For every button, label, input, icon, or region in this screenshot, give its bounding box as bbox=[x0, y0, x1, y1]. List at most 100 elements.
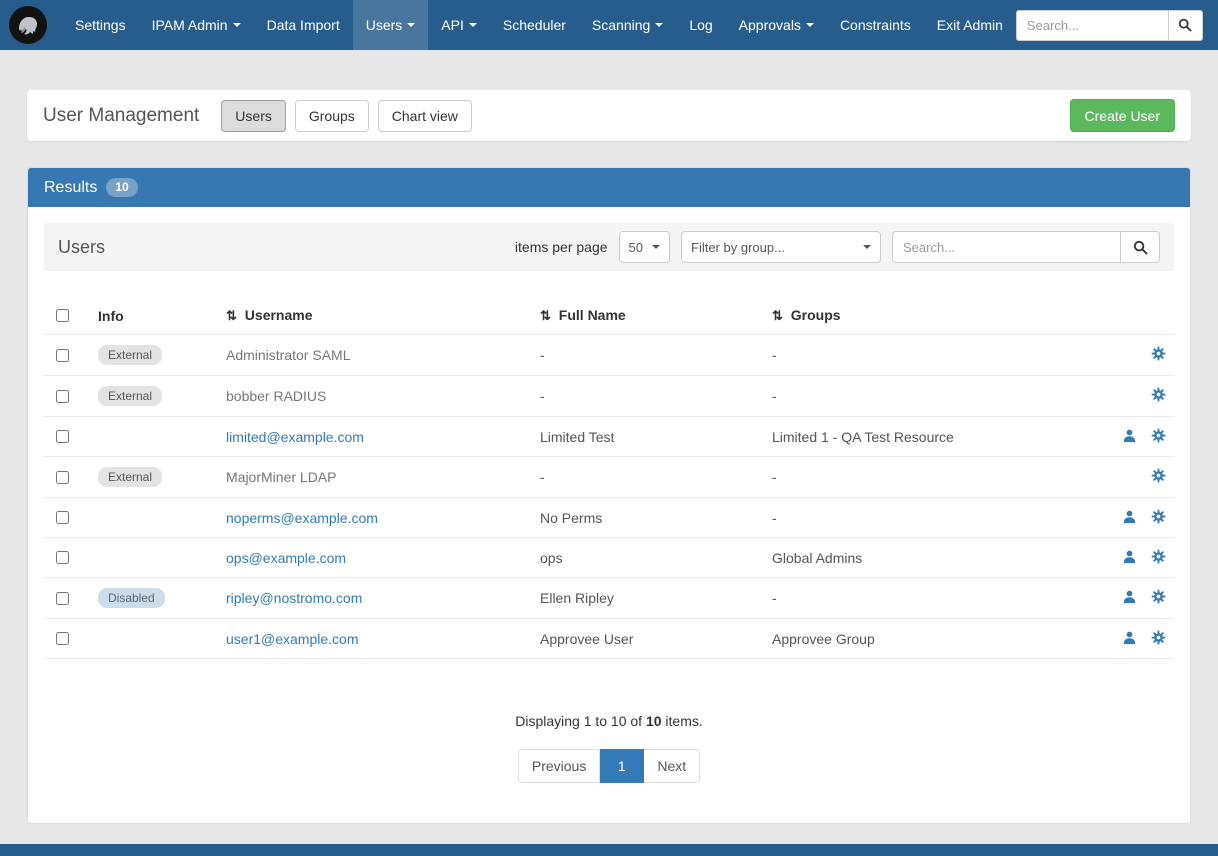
nav-item-label: IPAM Admin bbox=[152, 17, 228, 33]
filter-by-group-value: Filter by group... bbox=[691, 240, 785, 255]
global-search-button[interactable] bbox=[1168, 10, 1203, 41]
users-table-body: External Administrator SAML - - bbox=[44, 335, 1174, 659]
status-badge: External bbox=[98, 467, 162, 487]
username-link[interactable]: user1@example.com bbox=[226, 631, 359, 647]
groups-cell: - bbox=[764, 335, 1088, 376]
status-badge: External bbox=[98, 386, 162, 406]
row-checkbox[interactable] bbox=[56, 430, 69, 443]
row-checkbox[interactable] bbox=[56, 390, 69, 403]
full-name-cell: Approvee User bbox=[532, 619, 764, 659]
table-row: limited@example.com Limited Test Limited… bbox=[44, 417, 1174, 457]
page-1-button[interactable]: 1 bbox=[600, 749, 644, 783]
groups-cell: - bbox=[764, 498, 1088, 538]
filter-by-group-select[interactable]: Filter by group... bbox=[681, 231, 881, 263]
username-link[interactable]: noperms@example.com bbox=[226, 510, 378, 526]
caret-down-icon bbox=[469, 23, 477, 27]
gear-icon[interactable] bbox=[1151, 630, 1166, 648]
caret-down-icon bbox=[233, 23, 241, 27]
gear-icon[interactable] bbox=[1151, 428, 1166, 446]
full-name-cell: - bbox=[532, 376, 764, 417]
nav-item[interactable]: Scanning bbox=[579, 0, 676, 50]
nav-item-label: Scanning bbox=[592, 17, 650, 33]
status-badge: External bbox=[98, 345, 162, 365]
tab-users[interactable]: Users bbox=[221, 100, 286, 132]
create-user-button[interactable]: Create User bbox=[1070, 99, 1175, 132]
table-row: user1@example.com Approvee User Approvee… bbox=[44, 619, 1174, 659]
nav-item[interactable]: Scheduler bbox=[490, 0, 579, 50]
table-row: ops@example.com ops Global Admins bbox=[44, 538, 1174, 578]
user-profile-icon[interactable] bbox=[1122, 589, 1137, 607]
next-page-button[interactable]: Next bbox=[644, 749, 700, 783]
gear-icon[interactable] bbox=[1151, 509, 1166, 527]
table-search-input[interactable] bbox=[892, 231, 1120, 263]
row-checkbox[interactable] bbox=[56, 471, 69, 484]
gear-icon[interactable] bbox=[1151, 589, 1166, 607]
nav-item[interactable]: Users bbox=[353, 0, 429, 50]
status-badge: Disabled bbox=[98, 588, 165, 608]
nav-item[interactable]: API bbox=[428, 0, 490, 50]
user-profile-icon[interactable] bbox=[1122, 509, 1137, 527]
row-checkbox[interactable] bbox=[56, 632, 69, 645]
pagination-area: Displaying 1 to 10 of 10 items. Previous… bbox=[28, 713, 1190, 783]
table-row: External bobber RADIUS - - bbox=[44, 376, 1174, 417]
global-search-input[interactable] bbox=[1016, 10, 1168, 41]
groups-cell: Limited 1 - QA Test Resource bbox=[764, 417, 1088, 457]
nav-item[interactable]: Exit Admin bbox=[924, 0, 1016, 50]
sort-icon: ⇅ bbox=[540, 308, 551, 323]
user-profile-icon[interactable] bbox=[1122, 428, 1137, 446]
nav-menu: Settings IPAM Admin Data Import Users AP… bbox=[62, 0, 1016, 50]
column-label: Info bbox=[98, 308, 124, 324]
gear-icon[interactable] bbox=[1151, 346, 1166, 364]
gear-icon[interactable] bbox=[1151, 549, 1166, 567]
items-per-page-select[interactable]: 50 bbox=[619, 231, 670, 263]
sort-icon: ⇅ bbox=[226, 308, 237, 323]
select-all-checkbox[interactable] bbox=[56, 309, 69, 322]
column-header-fullname[interactable]: ⇅ Full Name bbox=[532, 297, 764, 335]
results-summary: Displaying 1 to 10 of 10 items. bbox=[28, 713, 1190, 729]
previous-page-button[interactable]: Previous bbox=[518, 749, 600, 783]
nav-item[interactable]: Log bbox=[676, 0, 725, 50]
top-navbar: Settings IPAM Admin Data Import Users AP… bbox=[0, 0, 1218, 50]
table-header-row: Info ⇅ Username ⇅ Full Name ⇅ Groups bbox=[44, 297, 1174, 335]
column-header-groups[interactable]: ⇅ Groups bbox=[764, 297, 1088, 335]
username-link[interactable]: ripley@nostromo.com bbox=[226, 590, 362, 606]
groups-cell: Approvee Group bbox=[764, 619, 1088, 659]
user-profile-icon[interactable] bbox=[1122, 549, 1137, 567]
username-link[interactable]: ops@example.com bbox=[226, 550, 346, 566]
summary-total: 10 bbox=[646, 713, 662, 729]
column-label: Groups bbox=[791, 307, 841, 323]
gear-icon[interactable] bbox=[1151, 468, 1166, 486]
nav-item[interactable]: Constraints bbox=[827, 0, 924, 50]
tab-chart-view[interactable]: Chart view bbox=[378, 100, 472, 132]
app-logo[interactable] bbox=[8, 5, 48, 45]
user-profile-icon[interactable] bbox=[1122, 630, 1137, 648]
row-checkbox[interactable] bbox=[56, 592, 69, 605]
nav-item-label: Log bbox=[689, 17, 712, 33]
row-checkbox[interactable] bbox=[56, 349, 69, 362]
navbar-right bbox=[1016, 10, 1218, 41]
full-name-cell: Limited Test bbox=[532, 417, 764, 457]
results-count-badge: 10 bbox=[106, 178, 137, 197]
username-link: MajorMiner LDAP bbox=[226, 469, 336, 485]
nav-item[interactable]: Settings bbox=[62, 0, 139, 50]
table-row: Disabled ripley@nostromo.com Ellen Riple… bbox=[44, 578, 1174, 619]
username-link[interactable]: limited@example.com bbox=[226, 429, 364, 445]
row-checkbox[interactable] bbox=[56, 511, 69, 524]
row-checkbox[interactable] bbox=[56, 551, 69, 564]
username-link: bobber RADIUS bbox=[226, 388, 326, 404]
search-icon bbox=[1178, 18, 1192, 32]
nav-item[interactable]: Approvals bbox=[726, 0, 827, 50]
table-search-button[interactable] bbox=[1120, 231, 1160, 263]
nav-item-label: Scheduler bbox=[503, 17, 566, 33]
nav-item-label: Settings bbox=[75, 17, 126, 33]
page-header: User Management Users Groups Chart view … bbox=[27, 90, 1191, 141]
table-row: noperms@example.com No Perms - bbox=[44, 498, 1174, 538]
column-header-username[interactable]: ⇅ Username bbox=[218, 297, 532, 335]
caret-down-icon bbox=[655, 23, 663, 27]
tab-groups[interactable]: Groups bbox=[295, 100, 369, 132]
nav-item[interactable]: IPAM Admin bbox=[139, 0, 254, 50]
nav-item[interactable]: Data Import bbox=[254, 0, 353, 50]
gear-icon[interactable] bbox=[1151, 387, 1166, 405]
table-toolbar: Users items per page 50 Filter by group.… bbox=[44, 223, 1174, 271]
table-row: External Administrator SAML - - bbox=[44, 335, 1174, 376]
